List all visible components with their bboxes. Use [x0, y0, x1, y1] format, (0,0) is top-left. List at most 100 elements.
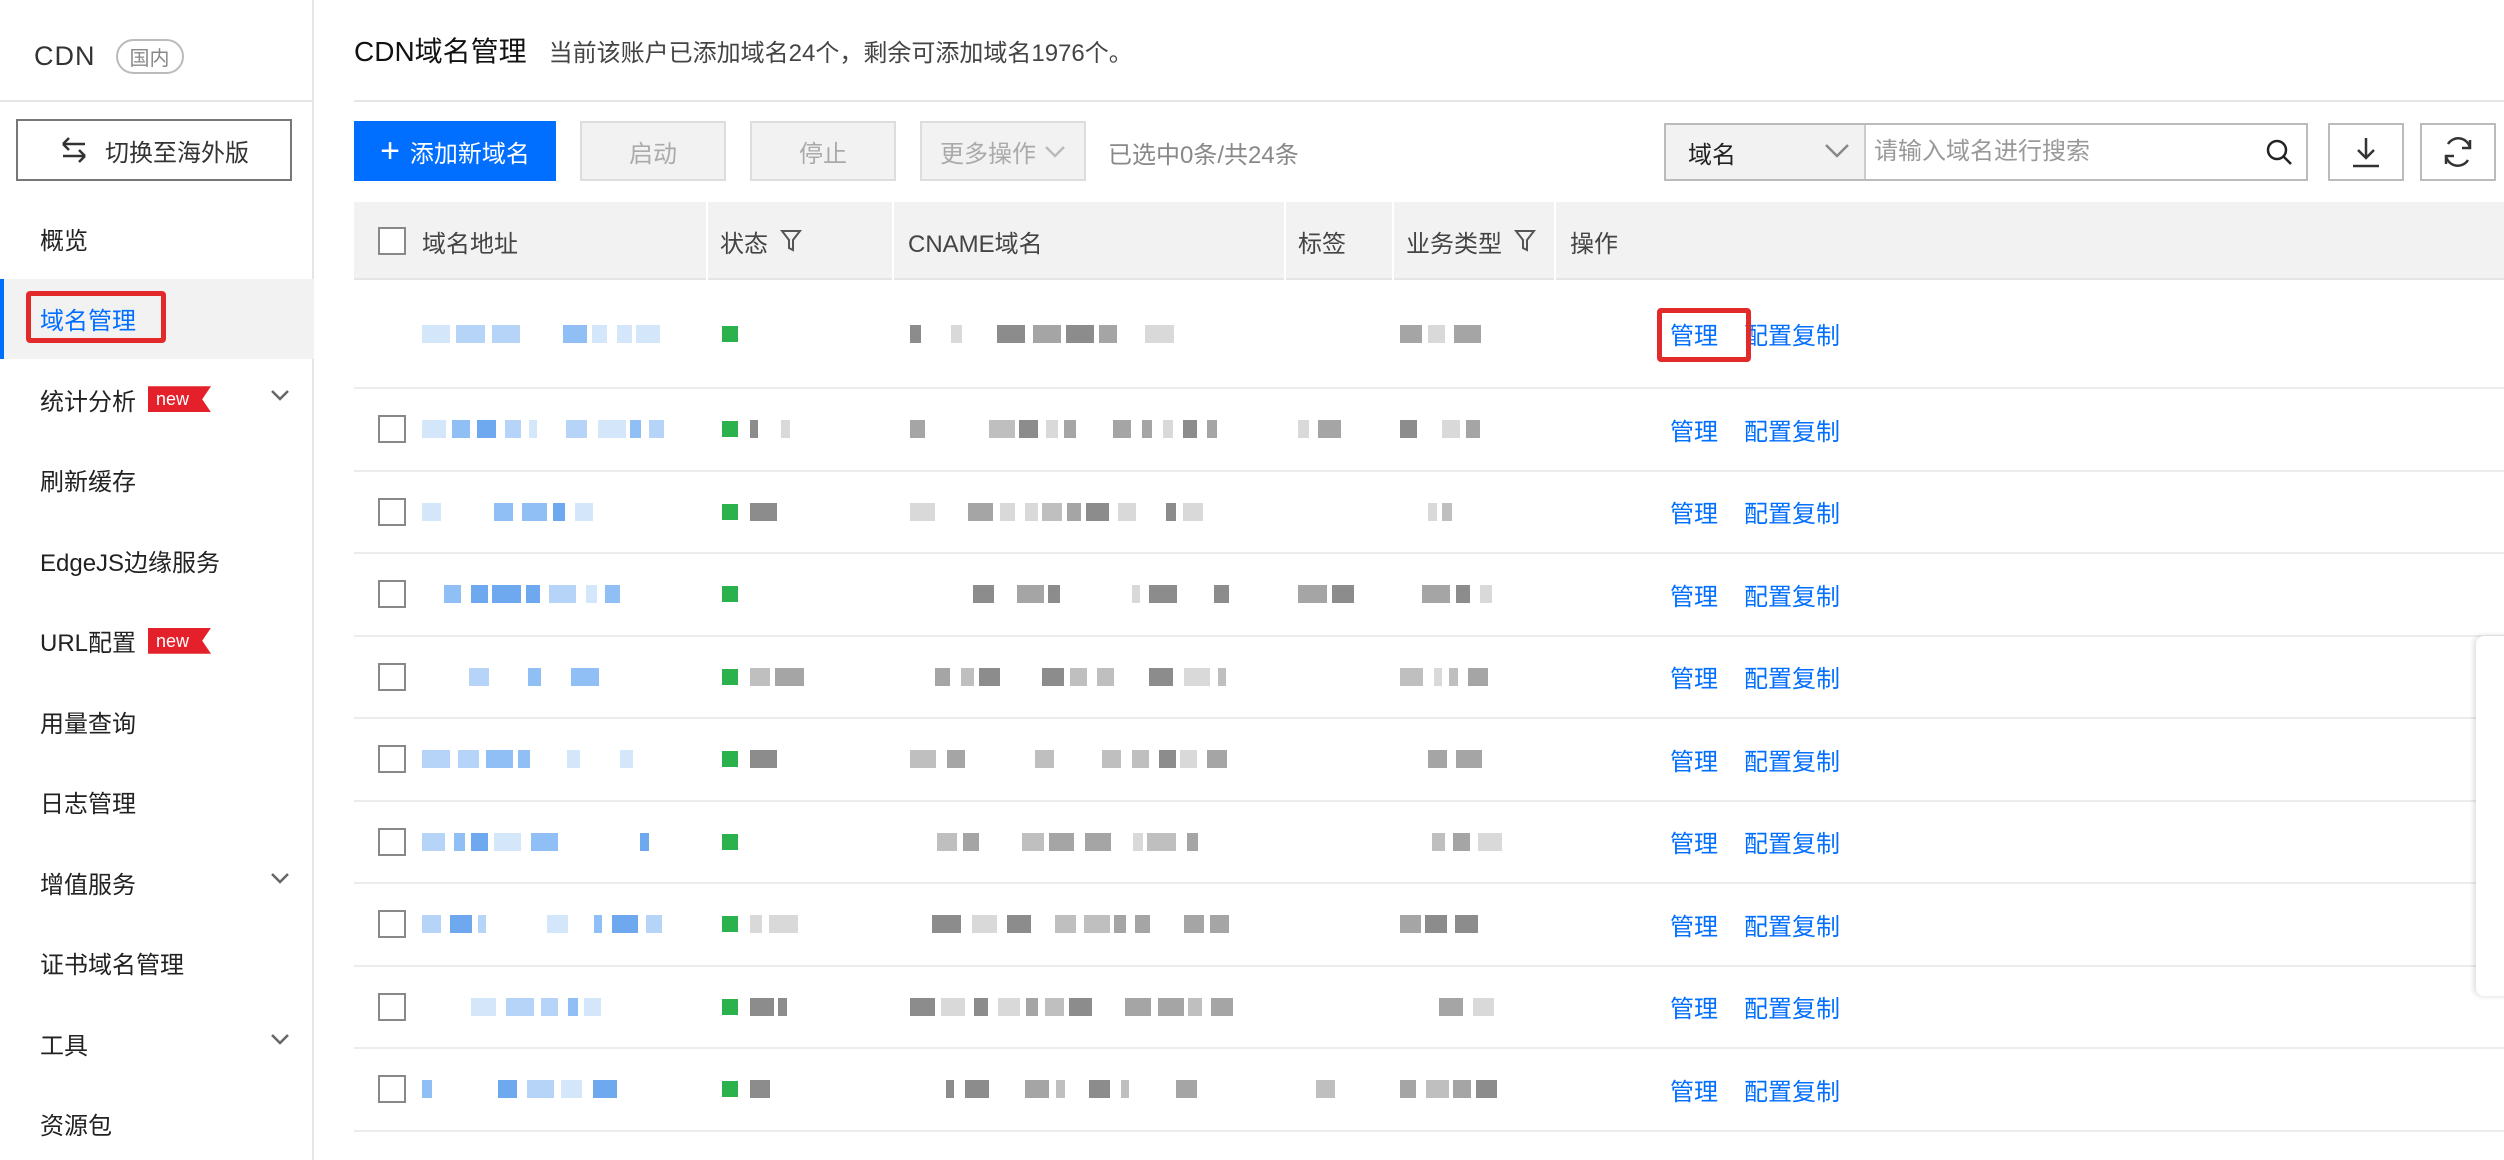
copy-config-link[interactable]: 配置复制	[1744, 742, 1840, 777]
cname-domain	[910, 585, 1230, 604]
copy-config-link[interactable]: 配置复制	[1744, 316, 1840, 351]
refresh-button[interactable]	[2420, 123, 2496, 181]
copy-config-link[interactable]: 配置复制	[1744, 412, 1840, 447]
main-content: CDN域名管理 当前该账户已添加域名24个，剩余可添加域名1976个。 + 添加…	[316, 0, 2504, 1160]
cname-domain	[910, 420, 1230, 439]
table-row: 管理 配置复制	[354, 389, 2504, 472]
sidebar-item[interactable]: 概览	[0, 198, 314, 279]
manage-link[interactable]: 管理	[1670, 1072, 1718, 1107]
copy-config-link[interactable]: 配置复制	[1744, 907, 1840, 942]
domain-address	[422, 667, 639, 686]
refresh-icon	[2444, 137, 2472, 167]
biz-type-value	[1400, 502, 1492, 521]
start-button[interactable]: 启动	[580, 121, 726, 181]
col-actions-label: 操作	[1570, 230, 1618, 258]
sidebar-item-label: 日志管理	[40, 791, 136, 819]
domain-address	[422, 832, 659, 851]
col-tag: 标签	[1298, 202, 1346, 280]
switch-region-button[interactable]: 切换至海外版	[16, 119, 292, 181]
row-checkbox[interactable]	[378, 745, 406, 774]
sidebar-item[interactable]: 增值服务	[0, 842, 314, 923]
manage-link[interactable]: 管理	[1670, 742, 1718, 777]
filter-icon[interactable]	[780, 229, 802, 253]
manage-link[interactable]: 管理	[1670, 412, 1718, 447]
cname-domain	[910, 324, 1230, 343]
biz-type-value	[1400, 750, 1492, 769]
toolbar: + 添加新域名 启动 停止 更多操作 已选中0条/共24条 域名	[354, 121, 2504, 181]
tag-value	[1298, 420, 1348, 439]
search-input[interactable]	[1866, 125, 2252, 179]
copy-config-link[interactable]: 配置复制	[1744, 577, 1840, 612]
add-domain-button[interactable]: + 添加新域名	[354, 121, 556, 181]
row-checkbox[interactable]	[378, 497, 406, 526]
domain-address	[422, 420, 669, 439]
sidebar-item[interactable]: EdgeJS边缘服务	[0, 520, 314, 601]
sidebar-item-label: 增值服务	[40, 871, 136, 899]
sidebar-item[interactable]: 工具	[0, 1003, 314, 1084]
page-subtitle: 当前该账户已添加域名24个，剩余可添加域名1976个。	[548, 40, 1133, 67]
status-indicator	[722, 833, 738, 850]
cname-domain	[910, 502, 1230, 521]
manage-link[interactable]: 管理	[1670, 824, 1718, 859]
row-checkbox[interactable]	[378, 1075, 406, 1104]
table-row: 管理 配置复制	[354, 719, 2504, 802]
sidebar-item-label: EdgeJS边缘服务	[40, 549, 221, 577]
column-separator	[892, 202, 894, 280]
row-actions: 管理 配置复制	[1670, 389, 1866, 470]
status-indicator	[722, 421, 738, 438]
manage-link[interactable]: 管理	[1670, 907, 1718, 942]
sidebar-item[interactable]: 日志管理	[0, 762, 314, 843]
table-row: 管理 配置复制	[354, 472, 2504, 554]
floating-toolbar[interactable]	[2476, 636, 2504, 996]
copy-config-link[interactable]: 配置复制	[1744, 989, 1840, 1024]
row-checkbox[interactable]	[378, 992, 406, 1021]
manage-link[interactable]: 管理	[1670, 989, 1718, 1024]
more-actions-dropdown[interactable]: 更多操作	[920, 121, 1086, 181]
biz-type-value	[1400, 420, 1492, 439]
sidebar-item-label: URL配置	[40, 630, 137, 658]
row-checkbox[interactable]	[378, 415, 406, 444]
manage-link[interactable]: 管理	[1670, 659, 1718, 694]
domain-table: 域名地址 状态 CNAME域名 标签 业务类型 操作 管理 配置复制 管理 配置复制管…	[354, 202, 2504, 1132]
row-checkbox[interactable]	[378, 827, 406, 856]
stop-button[interactable]: 停止	[750, 121, 896, 181]
select-all-checkbox[interactable]	[378, 227, 406, 255]
sidebar-item[interactable]: 域名管理	[0, 278, 314, 359]
sidebar-item[interactable]: 证书域名管理	[0, 923, 314, 1004]
sidebar-item-label: 用量查询	[40, 710, 136, 738]
cname-domain	[910, 997, 1233, 1016]
divider	[0, 100, 314, 102]
row-actions: 管理 配置复制	[1670, 802, 1866, 883]
download-button[interactable]	[2328, 123, 2404, 181]
search-icon[interactable]	[2252, 125, 2306, 179]
copy-config-link[interactable]: 配置复制	[1744, 494, 1840, 529]
sidebar-item[interactable]: 统计分析 new	[0, 359, 314, 440]
row-checkbox[interactable]	[378, 910, 406, 939]
manage-link[interactable]: 管理	[1670, 494, 1718, 529]
table-row: 管理 配置复制	[354, 280, 2504, 389]
row-checkbox[interactable]	[378, 662, 406, 691]
col-biz-type-label: 业务类型	[1406, 230, 1502, 258]
copy-config-link[interactable]: 配置复制	[1744, 824, 1840, 859]
plus-icon: +	[380, 132, 400, 170]
copy-config-link[interactable]: 配置复制	[1744, 659, 1840, 694]
copy-config-link[interactable]: 配置复制	[1744, 1072, 1840, 1107]
brand: CDN 国内	[34, 34, 184, 78]
domain-address	[422, 324, 660, 343]
sidebar: CDN 国内 切换至海外版 概览 域名管理 统计分析 new 刷新缓存 EdgeJS边缘服…	[0, 0, 314, 1160]
table-row: 管理 配置复制	[354, 802, 2504, 884]
table-body: 管理 配置复制 管理 配置复制 管理 配置复制 管理 配置复制 管理 配置复制 管理 配置复制 管理 配置…	[354, 280, 2504, 1132]
chevron-down-icon	[1825, 144, 1849, 158]
sidebar-item[interactable]: 刷新缓存	[0, 440, 314, 521]
row-checkbox[interactable]	[378, 580, 406, 609]
chevron-down-icon	[271, 1034, 289, 1045]
sidebar-item[interactable]: 资源包	[0, 1084, 314, 1160]
search-type-select[interactable]: 域名	[1666, 125, 1866, 179]
sidebar-item[interactable]: URL配置 new	[0, 601, 314, 682]
new-badge: new	[148, 627, 212, 654]
sidebar-item[interactable]: 用量查询	[0, 681, 314, 762]
row-actions: 管理 配置复制	[1670, 637, 1866, 718]
manage-link[interactable]: 管理	[1670, 577, 1718, 612]
filter-icon[interactable]	[1514, 229, 1536, 253]
col-actions: 操作	[1570, 202, 1618, 280]
